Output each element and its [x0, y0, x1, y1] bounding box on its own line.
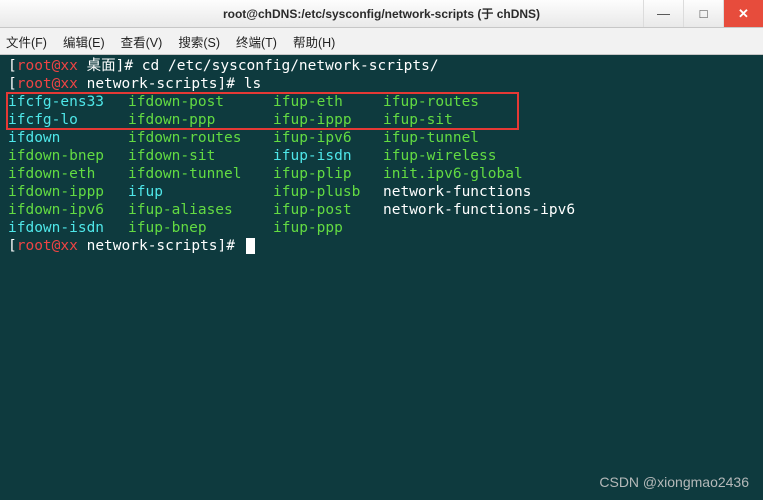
- ls-entry: init.ipv6-global: [383, 165, 523, 183]
- close-button[interactable]: ✕: [723, 0, 763, 27]
- ls-row: ifdown-bnepifdown-sitifup-isdnifup-wirel…: [8, 147, 755, 165]
- ls-entry: ifdown-post: [128, 93, 273, 111]
- ls-entry: ifup-plip: [273, 165, 383, 183]
- ls-entry: ifdown-sit: [128, 147, 273, 165]
- ls-entry: ifup-tunnel: [383, 129, 479, 147]
- ls-entry: ifdown-ppp: [128, 111, 273, 129]
- ls-entry: ifup-plusb: [273, 183, 383, 201]
- menu-search[interactable]: 搜索(S): [178, 32, 220, 51]
- command-text: cd /etc/sysconfig/network-scripts/: [133, 58, 439, 74]
- minimize-button[interactable]: —: [643, 0, 683, 27]
- ls-entry: network-functions-ipv6: [383, 201, 575, 219]
- menu-view[interactable]: 查看(V): [121, 32, 163, 51]
- ls-row: ifdown-isdnifup-bnepifup-ppp: [8, 219, 755, 237]
- ls-entry: ifcfg-ens33: [8, 93, 128, 111]
- ls-row: ifdownifdown-routesifup-ipv6ifup-tunnel: [8, 129, 755, 147]
- maximize-button[interactable]: □: [683, 0, 723, 27]
- ls-entry: ifdown-routes: [128, 129, 273, 147]
- window-title: root@chDNS:/etc/sysconfig/network-script…: [223, 5, 540, 22]
- terminal-area[interactable]: [root@xx 桌面]# cd /etc/sysconfig/network-…: [0, 55, 763, 263]
- ls-entry: ifdown-isdn: [8, 219, 128, 237]
- ls-entry: ifup-bnep: [128, 219, 273, 237]
- menu-help[interactable]: 帮助(H): [293, 32, 335, 51]
- ls-entry: ifup-post: [273, 201, 383, 219]
- ls-row: ifcfg-ens33ifdown-postifup-ethifup-route…: [8, 93, 755, 111]
- ls-entry: ifup: [128, 183, 273, 201]
- ls-entry: ifdown-bnep: [8, 147, 128, 165]
- ls-entry: ifdown-eth: [8, 165, 128, 183]
- ls-row: ifdown-ethifdown-tunnelifup-plipinit.ipv…: [8, 165, 755, 183]
- ls-entry: ifdown: [8, 129, 128, 147]
- menu-file[interactable]: 文件(F): [6, 32, 47, 51]
- ls-entry: ifup-aliases: [128, 201, 273, 219]
- ls-entry: ifdown-tunnel: [128, 165, 273, 183]
- ls-output: ifcfg-ens33ifdown-postifup-ethifup-route…: [8, 93, 755, 237]
- ls-entry: ifup-ppp: [273, 219, 383, 237]
- ls-entry: ifup-wireless: [383, 147, 497, 165]
- ls-entry: ifup-eth: [273, 93, 383, 111]
- menu-edit[interactable]: 编辑(E): [63, 32, 105, 51]
- command-text: ls: [235, 76, 261, 92]
- window-controls: — □ ✕: [643, 0, 763, 27]
- ls-entry: ifcfg-lo: [8, 111, 128, 129]
- ls-row: ifdown-ipv6ifup-aliasesifup-postnetwork-…: [8, 201, 755, 219]
- ls-row: ifcfg-loifdown-pppifup-ipppifup-sit: [8, 111, 755, 129]
- watermark-text: CSDN @xiongmao2436: [599, 474, 749, 490]
- ls-entry: ifup-isdn: [273, 147, 383, 165]
- ls-row: ifdown-ipppifupifup-plusbnetwork-functio…: [8, 183, 755, 201]
- menu-terminal[interactable]: 终端(T): [236, 32, 277, 51]
- prompt-line-1: [root@xx 桌面]# cd /etc/sysconfig/network-…: [8, 57, 755, 75]
- window-titlebar: root@chDNS:/etc/sysconfig/network-script…: [0, 0, 763, 28]
- prompt-line-2: [root@xx network-scripts]# ls: [8, 75, 755, 93]
- terminal-cursor: [246, 238, 255, 254]
- ls-entry: ifdown-ippp: [8, 183, 128, 201]
- ls-entry: ifup-ippp: [273, 111, 383, 129]
- prompt-line-3: [root@xx network-scripts]#: [8, 237, 755, 255]
- menubar: 文件(F) 编辑(E) 查看(V) 搜索(S) 终端(T) 帮助(H): [0, 28, 763, 55]
- ls-entry: ifdown-ipv6: [8, 201, 128, 219]
- ls-entry: network-functions: [383, 183, 531, 201]
- ls-entry: ifup-routes: [383, 93, 479, 111]
- ls-entry: ifup-ipv6: [273, 129, 383, 147]
- ls-entry: ifup-sit: [383, 111, 453, 129]
